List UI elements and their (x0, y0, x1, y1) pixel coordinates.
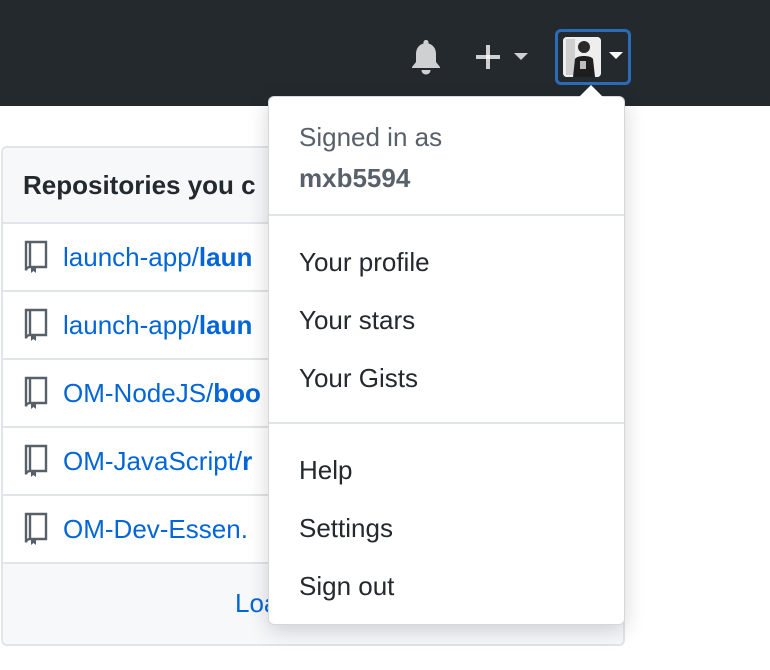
repository-link[interactable]: OM-Dev-Essen. (63, 514, 248, 545)
repository-link[interactable]: launch-app/laun (63, 242, 252, 273)
repositories-title: Repositories you c (23, 170, 256, 200)
menu-item-your-profile[interactable]: Your profile (269, 234, 624, 292)
menu-divider (269, 422, 624, 424)
plus-icon (476, 45, 500, 69)
signed-in-label: Signed in as (299, 122, 443, 152)
repository-link[interactable]: OM-JavaScript/r (63, 446, 252, 477)
repo-icon (24, 444, 48, 477)
notifications-bell-icon[interactable] (409, 38, 443, 76)
create-new-button[interactable] (474, 38, 534, 76)
repository-link[interactable]: OM-NodeJS/boo (63, 378, 261, 409)
top-header (0, 0, 770, 106)
repo-icon (24, 308, 48, 341)
user-dropdown-menu: Signed in as mxb5594 Your profile Your s… (268, 85, 625, 625)
caret-down-icon (514, 53, 528, 60)
repository-link[interactable]: launch-app/laun (63, 310, 252, 341)
menu-item-your-gists[interactable]: Your Gists (269, 350, 624, 408)
menu-item-sign-out[interactable]: Sign out (269, 558, 624, 616)
menu-divider (269, 214, 624, 216)
dropdown-caret (579, 85, 603, 97)
caret-down-icon (609, 52, 623, 59)
menu-item-help[interactable]: Help (269, 442, 624, 500)
repo-icon (24, 376, 48, 409)
repo-icon (24, 512, 48, 545)
repo-icon (24, 240, 48, 273)
signed-in-username: mxb5594 (299, 163, 411, 193)
menu-item-settings[interactable]: Settings (269, 500, 624, 558)
user-avatar (563, 37, 601, 77)
user-menu-button[interactable] (555, 29, 631, 85)
menu-item-your-stars[interactable]: Your stars (269, 292, 624, 350)
